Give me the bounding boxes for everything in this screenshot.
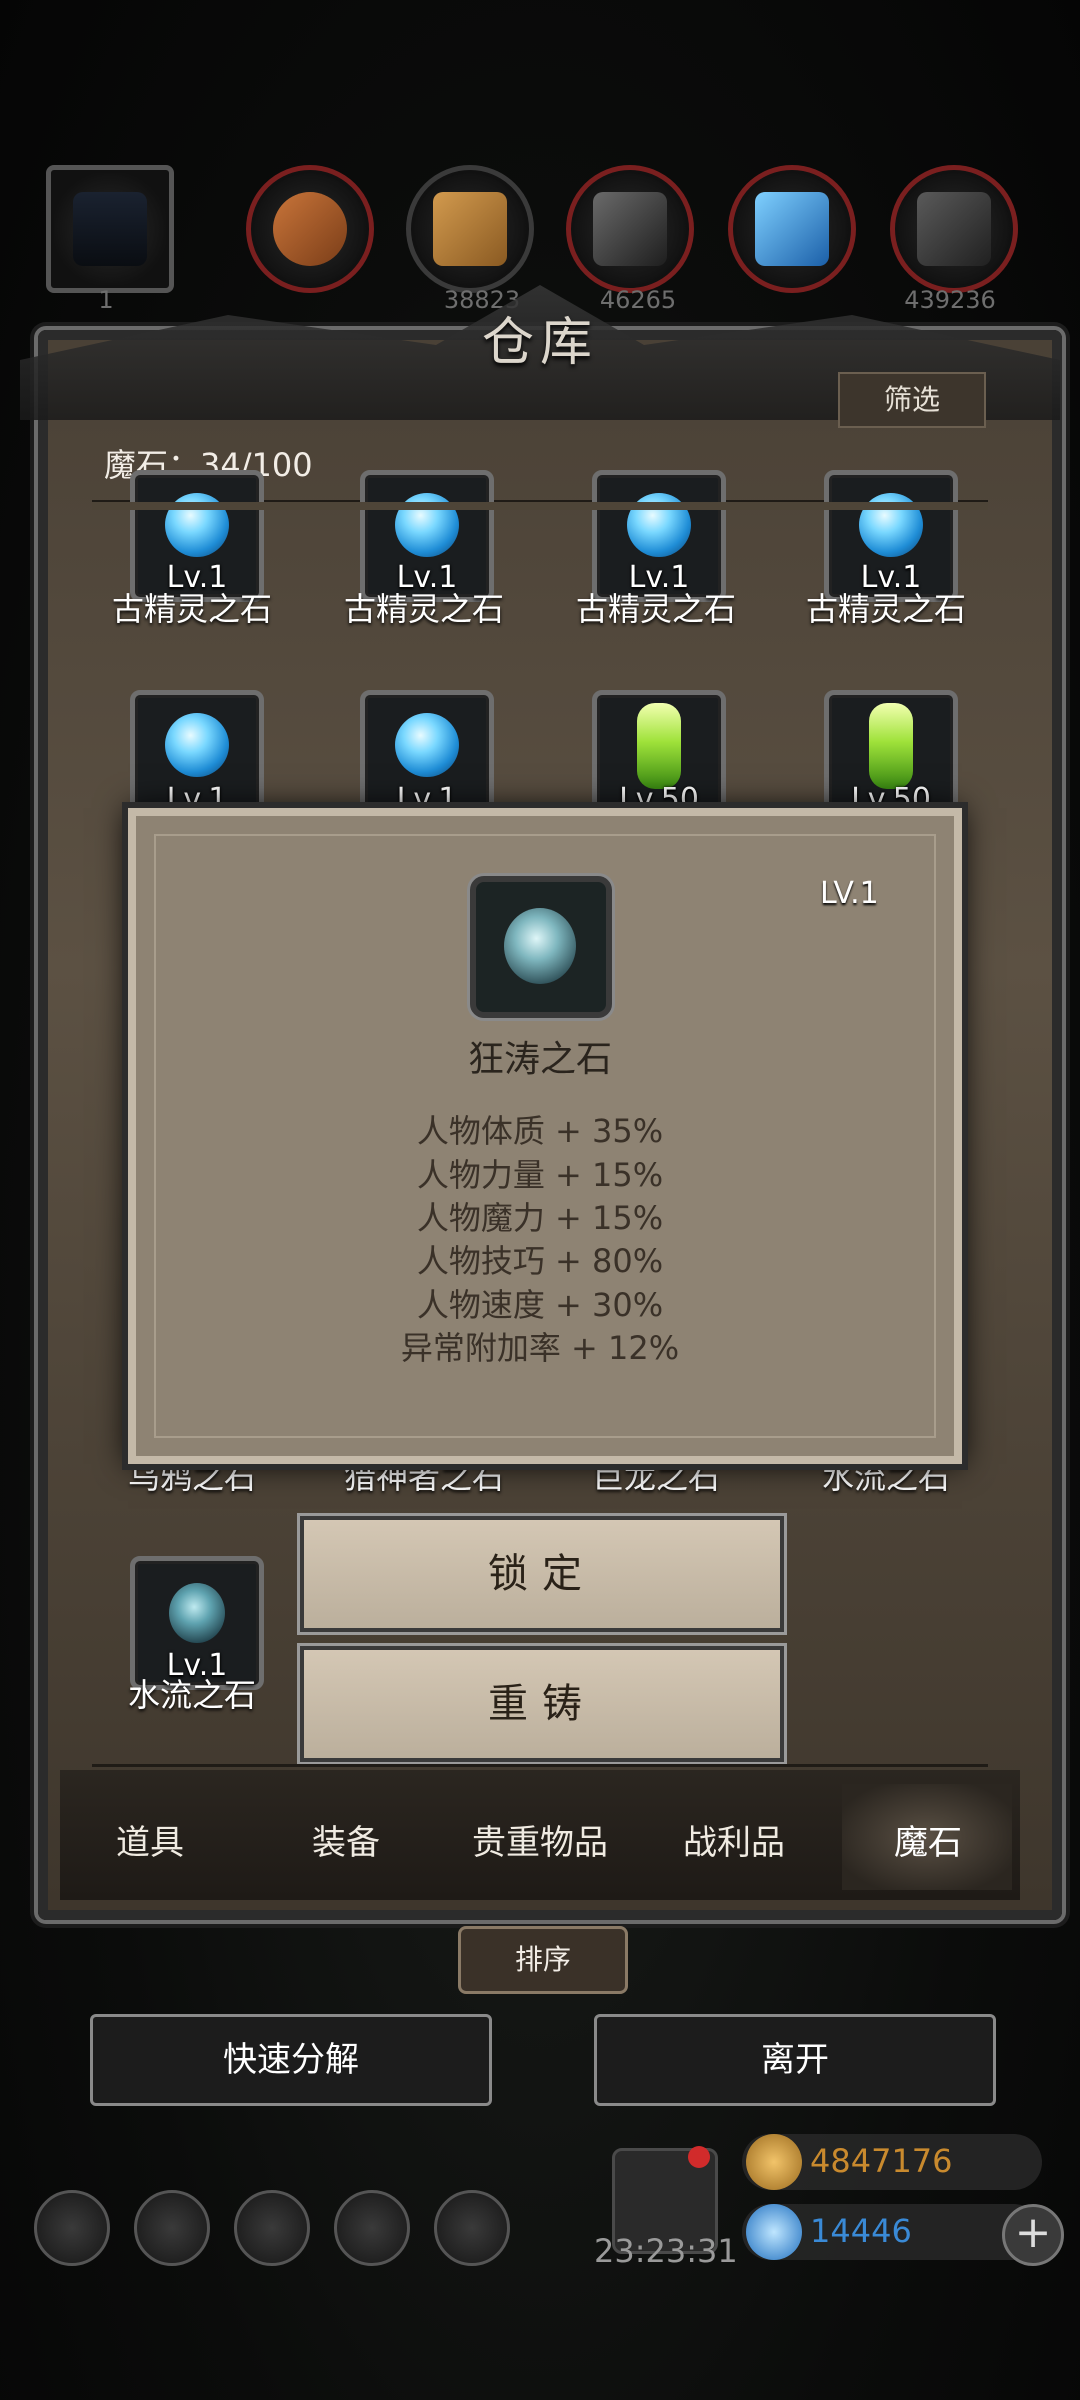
- resource-value: 1: [98, 286, 114, 314]
- blue-gem-icon: [165, 713, 229, 777]
- item-name: 古精灵之石: [343, 590, 504, 628]
- item-slot[interactable]: Lv.1: [360, 690, 494, 824]
- gold-coin-icon: [746, 2134, 802, 2190]
- item-slot[interactable]: Lv.1: [592, 470, 726, 602]
- mail-icon[interactable]: [334, 2190, 410, 2266]
- gold-amount: 4847176: [810, 2142, 953, 2180]
- item-slot[interactable]: Lv.50: [824, 690, 958, 824]
- green-crystal-icon: [637, 703, 681, 789]
- item-name: 古精灵之石: [111, 590, 272, 628]
- divider: [92, 1764, 988, 1767]
- tab-items[interactable]: 道具: [60, 1815, 240, 1864]
- item-name: 水流之石: [127, 1676, 256, 1714]
- stat-line: 人物速度 + 30%: [416, 1286, 664, 1324]
- stat-line: 异常附加率 + 12%: [400, 1329, 680, 1367]
- quick-decompose-button[interactable]: 快速分解: [90, 2014, 492, 2106]
- wood-icon: [273, 192, 347, 266]
- add-currency-button[interactable]: +: [1002, 2204, 1064, 2266]
- item-slot[interactable]: Lv.1: [130, 470, 264, 602]
- tab-valuables[interactable]: 贵重物品: [450, 1815, 630, 1864]
- raging-wave-stone-icon: [504, 908, 576, 984]
- item-slot[interactable]: Lv.1: [824, 470, 958, 602]
- hero-portrait-icon: [73, 192, 147, 266]
- filter-button[interactable]: 筛选: [838, 372, 986, 428]
- item-name-label: 狂涛之石: [467, 1039, 612, 1080]
- item-slot[interactable]: Lv.1: [130, 690, 264, 824]
- blue-gem-icon: [395, 713, 459, 777]
- item-icon-frame: [470, 876, 612, 1018]
- event-timer: 23:23:31: [594, 2232, 738, 2270]
- item-slot[interactable]: Lv.50: [592, 690, 726, 824]
- green-crystal-icon: [869, 703, 913, 789]
- item-name: 古精灵之石: [575, 590, 736, 628]
- resource-wood-slot[interactable]: [246, 165, 374, 293]
- item-level-label: LV.1: [820, 876, 879, 911]
- notification-dot: [688, 2146, 710, 2168]
- stat-line: 人物魔力 + 15%: [416, 1199, 664, 1237]
- crystal-icon: [755, 192, 829, 266]
- leave-button[interactable]: 离开: [594, 2014, 996, 2106]
- iron-icon: [593, 192, 667, 266]
- resource-steel-slot[interactable]: [890, 165, 1018, 293]
- map-icon[interactable]: [434, 2190, 510, 2266]
- resource-iron-slot[interactable]: [566, 165, 694, 293]
- stat-line: 人物技巧 + 80%: [416, 1242, 664, 1280]
- sort-button[interactable]: 排序: [458, 1926, 628, 1994]
- reforge-button[interactable]: 重铸: [300, 1646, 784, 1762]
- stat-line: 人物力量 + 15%: [416, 1156, 664, 1194]
- stat-line: 人物体质 + 35%: [416, 1112, 664, 1150]
- resource-value: 439236: [904, 286, 996, 314]
- star-icon[interactable]: [134, 2190, 210, 2266]
- gem-amount: 14446: [810, 2212, 912, 2250]
- book-icon[interactable]: [234, 2190, 310, 2266]
- resource-crystal-slot[interactable]: [728, 165, 856, 293]
- settings-icon[interactable]: [34, 2190, 110, 2266]
- water-stone-icon: [169, 1583, 225, 1643]
- lock-button[interactable]: 锁定: [300, 1516, 784, 1632]
- resource-plank-slot[interactable]: [406, 165, 534, 293]
- blue-gem-currency-icon: [746, 2204, 802, 2260]
- panel-title: 仓库: [481, 313, 598, 373]
- divider: [92, 502, 988, 510]
- hero-portrait-slot[interactable]: [46, 165, 174, 293]
- plank-icon: [433, 192, 507, 266]
- item-name: 古精灵之石: [805, 590, 966, 628]
- tab-equipment[interactable]: 装备: [256, 1815, 436, 1864]
- item-slot[interactable]: Lv.1: [360, 470, 494, 602]
- steel-icon: [917, 192, 991, 266]
- tab-loot[interactable]: 战利品: [644, 1815, 824, 1864]
- tab-magic-stones[interactable]: 魔石: [838, 1815, 1018, 1864]
